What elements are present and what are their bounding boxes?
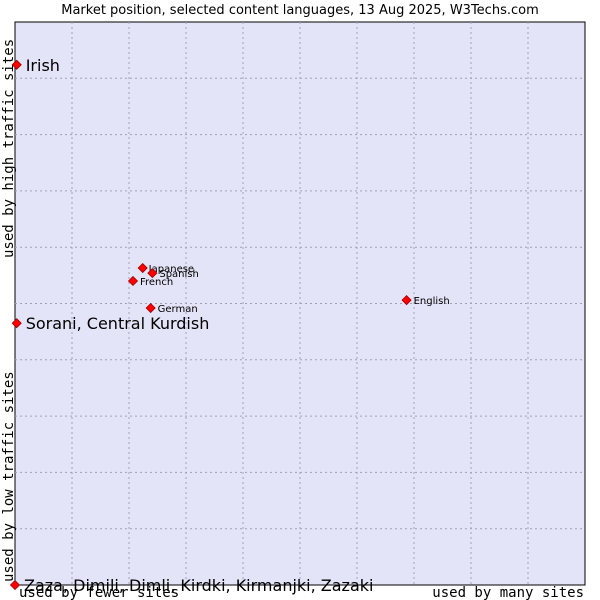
chart-title: Market position, selected content langua… [61,3,539,18]
market-position-chart: Market position, selected content langua… [1,3,586,600]
point-label: English [414,296,450,307]
x-axis-low-label: used by fewer sites [19,585,179,600]
point-label: French [140,277,173,288]
data-point: Sorani, Central Kurdish [11,314,210,333]
y-axis-high-label: used by high traffic sites [1,39,17,258]
point-label: Irish [26,56,60,75]
y-axis-low-label: used by low traffic sites [1,371,17,582]
point-label: German [158,304,198,315]
point-label: Sorani, Central Kurdish [26,314,210,333]
x-axis-high-label: used by many sites [432,585,584,600]
